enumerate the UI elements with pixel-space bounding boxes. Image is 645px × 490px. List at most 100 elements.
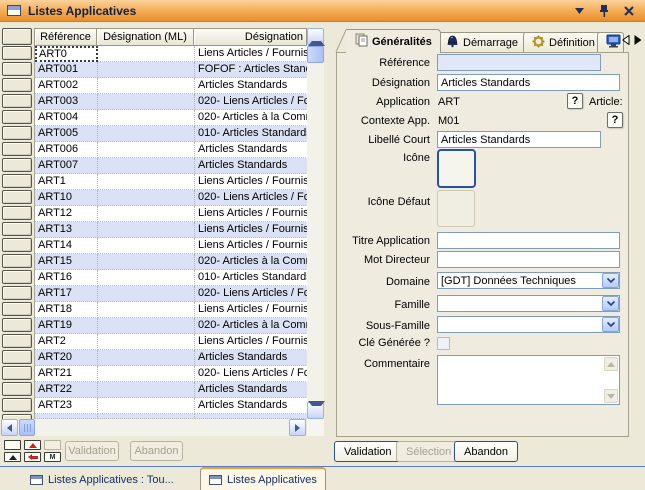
- cell-des[interactable]: Articles Standards: [195, 382, 307, 398]
- cell-ref[interactable]: ART0: [35, 46, 98, 62]
- cell-ml[interactable]: [98, 222, 195, 238]
- cell-des[interactable]: Liens Articles / Fournis: [195, 222, 307, 238]
- chevron-down-icon[interactable]: [602, 273, 619, 288]
- cell-des[interactable]: Liens Articles / Fournis: [195, 238, 307, 254]
- cell-des[interactable]: Liens Articles / Fournis: [195, 302, 307, 318]
- mdi-tab-listes-tou[interactable]: Listes Applicatives : Tou...: [22, 469, 182, 490]
- cell-ref[interactable]: ART1: [35, 174, 98, 190]
- row-header[interactable]: [2, 174, 32, 188]
- cell-ref[interactable]: ART2: [35, 334, 98, 350]
- cell-ml[interactable]: [98, 350, 195, 366]
- table-row[interactable]: ART13 Liens Articles / Fournis: [35, 222, 307, 238]
- cell-ref[interactable]: ART005: [35, 126, 98, 142]
- cell-ref[interactable]: ART004: [35, 110, 98, 126]
- cell-des[interactable]: 020- Liens Articles / Fo: [195, 366, 307, 382]
- cell-ref[interactable]: ART006: [35, 142, 98, 158]
- cell-des[interactable]: 010- Articles Standards: [195, 126, 307, 142]
- cell-ml[interactable]: [98, 126, 195, 142]
- cell-ref[interactable]: ART002: [35, 78, 98, 94]
- cell-des[interactable]: Articles Standards: [195, 142, 307, 158]
- cell-ml[interactable]: [98, 142, 195, 158]
- cell-des[interactable]: Articles Standards: [195, 398, 307, 414]
- horizontal-scroll-track[interactable]: [35, 419, 289, 436]
- reference-input[interactable]: [437, 54, 601, 71]
- domaine-combobox[interactable]: [GDT] Données Techniques: [437, 272, 620, 289]
- cell-des[interactable]: 020- Articles à la Comm: [195, 110, 307, 126]
- cell-ml[interactable]: [98, 46, 195, 62]
- table-row[interactable]: ART14 Liens Articles / Fournis: [35, 238, 307, 254]
- cell-ml[interactable]: [98, 206, 195, 222]
- table-row[interactable]: ART006 Articles Standards: [35, 142, 307, 158]
- cell-des[interactable]: Articles Standards: [195, 158, 307, 174]
- column-header-designation-ml[interactable]: Désignation (ML): [96, 28, 194, 46]
- horizontal-scroll-thumb[interactable]: [19, 419, 35, 436]
- scroll-left-icon[interactable]: [1, 419, 18, 436]
- table-row[interactable]: ART10020- Liens Articles / Fo: [35, 190, 307, 206]
- icone-button[interactable]: [437, 149, 476, 188]
- vertical-scroll-thumb[interactable]: [307, 46, 324, 63]
- row-header[interactable]: [2, 302, 32, 316]
- cell-ml[interactable]: [98, 270, 195, 286]
- row-header[interactable]: [2, 190, 32, 204]
- row-header[interactable]: [2, 382, 32, 396]
- cell-des[interactable]: 020- Articles à la Comm: [195, 318, 307, 334]
- cell-ml[interactable]: [98, 382, 195, 398]
- cell-des[interactable]: FOFOF : Articles Stand: [195, 62, 307, 78]
- contexte-help-button[interactable]: ?: [607, 112, 623, 128]
- table-row[interactable]: ART005 010- Articles Standards: [35, 126, 307, 142]
- cell-ref[interactable]: ART16: [35, 270, 98, 286]
- cell-ml[interactable]: [98, 110, 195, 126]
- table-row[interactable]: ART002Articles Standards: [35, 78, 307, 94]
- scroll-up-icon[interactable]: [307, 28, 324, 45]
- tab-scroll-left-icon[interactable]: [622, 35, 630, 48]
- table-corner-header[interactable]: [2, 28, 32, 45]
- cell-ref[interactable]: ART17: [35, 286, 98, 302]
- cell-ml[interactable]: [98, 78, 195, 94]
- table-row[interactable]: ART20Articles Standards: [35, 350, 307, 366]
- cell-des[interactable]: 020- Liens Articles / Fo: [195, 94, 307, 110]
- row-header[interactable]: [2, 398, 32, 412]
- row-header[interactable]: [2, 334, 32, 348]
- table-row[interactable]: ART003 020- Liens Articles / Fo: [35, 94, 307, 110]
- column-header-reference[interactable]: Référence: [34, 28, 97, 46]
- cell-ref[interactable]: ART22: [35, 382, 98, 398]
- cell-ref[interactable]: ART10: [35, 190, 98, 206]
- cell-ml[interactable]: [98, 254, 195, 270]
- cell-ml[interactable]: [98, 174, 195, 190]
- cell-des[interactable]: 010- Articles Standards: [195, 270, 307, 286]
- row-header[interactable]: [2, 318, 32, 332]
- row-header[interactable]: [2, 126, 32, 140]
- mot-directeur-input[interactable]: [437, 251, 620, 268]
- table-row[interactable]: ART19020- Articles à la Comm: [35, 318, 307, 334]
- cell-ml[interactable]: [98, 366, 195, 382]
- row-header[interactable]: [2, 110, 32, 124]
- table-row[interactable]: ART18Liens Articles / Fournis: [35, 302, 307, 318]
- cell-ref[interactable]: ART13: [35, 222, 98, 238]
- row-header[interactable]: [2, 270, 32, 284]
- commentaire-textarea[interactable]: [437, 355, 620, 405]
- cell-ml[interactable]: [98, 286, 195, 302]
- cell-ref[interactable]: ART007: [35, 158, 98, 174]
- table-row[interactable]: ART001 FOFOF : Articles Stand: [35, 62, 307, 78]
- chevron-down-icon[interactable]: [602, 317, 619, 332]
- cell-ref[interactable]: ART20: [35, 350, 98, 366]
- mdi-tab-listes-applicatives[interactable]: Listes Applicatives: [200, 467, 326, 490]
- sous-famille-combobox[interactable]: [437, 316, 620, 333]
- row-header[interactable]: [2, 62, 32, 76]
- cle-generee-checkbox[interactable]: [437, 337, 450, 350]
- cell-ref[interactable]: ART003: [35, 94, 98, 110]
- row-header[interactable]: [2, 158, 32, 172]
- famille-combobox[interactable]: [437, 295, 620, 312]
- tab-generalites[interactable]: Généralités: [346, 29, 441, 53]
- designation-input[interactable]: [437, 74, 620, 91]
- cell-ref[interactable]: ART14: [35, 238, 98, 254]
- cell-ref[interactable]: ART001: [35, 62, 98, 78]
- pin-icon[interactable]: [596, 3, 612, 18]
- chevron-down-icon[interactable]: [602, 296, 619, 311]
- cell-ml[interactable]: [98, 318, 195, 334]
- row-header[interactable]: [2, 142, 32, 156]
- table-row[interactable]: ART23Articles Standards: [35, 398, 307, 414]
- nav-up-red-button[interactable]: [24, 440, 41, 450]
- row-header[interactable]: [2, 46, 32, 60]
- titre-application-input[interactable]: [437, 232, 620, 249]
